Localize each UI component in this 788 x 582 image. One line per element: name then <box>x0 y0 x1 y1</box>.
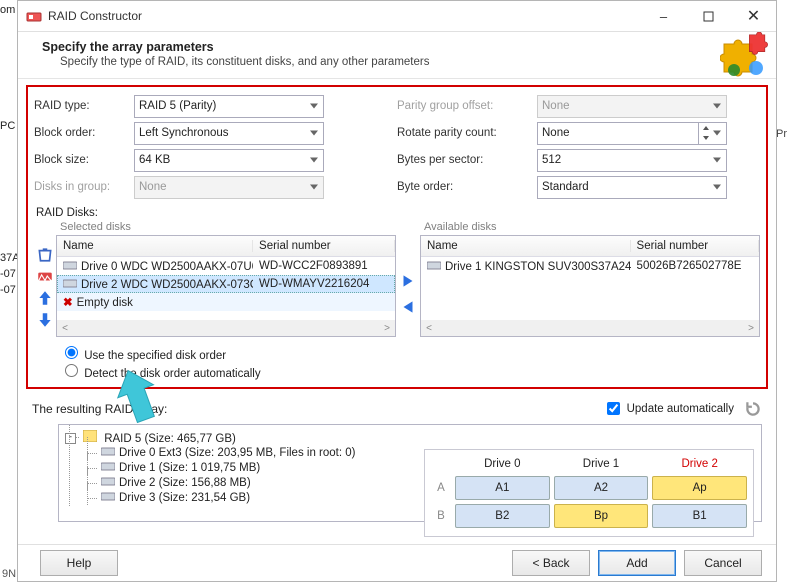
spin-up-icon[interactable] <box>698 123 712 134</box>
parity-matrix: Drive 0 Drive 1 Drive 2 A A1 A2 Ap B B2 … <box>424 449 754 537</box>
move-up-icon[interactable] <box>36 289 54 307</box>
raid-icon <box>83 430 97 445</box>
matrix-cell: B1 <box>652 504 747 528</box>
matrix-col-0: Drive 0 <box>453 454 552 474</box>
matrix-cell: A1 <box>455 476 550 500</box>
add-button[interactable]: Add <box>598 550 676 576</box>
move-down-icon[interactable] <box>36 311 54 329</box>
disk-icon <box>63 278 77 291</box>
close-button[interactable]: ✕ <box>731 1 776 31</box>
collapse-icon[interactable]: - <box>65 433 76 444</box>
matrix-cell: Bp <box>554 504 649 528</box>
radio-auto-order[interactable]: Detect the disk order automatically <box>60 361 760 379</box>
order-radios: Use the specified disk order Detect the … <box>34 343 760 379</box>
page-title: Specify the array parameters <box>42 40 762 54</box>
block-size-select[interactable]: 64 KB <box>134 149 324 172</box>
disk-icon <box>63 260 77 273</box>
parity-offset-select: None <box>537 95 727 118</box>
broken-disk-icon: ✖ <box>63 297 73 309</box>
selected-toolbar <box>34 221 56 337</box>
header-band: Specify the array parameters Specify the… <box>18 32 776 79</box>
right-crop-strip: Pr <box>776 0 788 582</box>
table-row[interactable]: Drive 0 WDC WD2500AAKX-07U6AA0 WD-WCC2F0… <box>57 257 395 275</box>
tree-node[interactable]: Drive 3 (Size: 231,54 GB) <box>119 492 250 504</box>
crop-text: Pr <box>776 128 787 140</box>
matrix-row-a: A <box>429 474 453 502</box>
maximize-button[interactable] <box>686 1 731 31</box>
disk-icon <box>101 491 115 504</box>
crop-text: -07 <box>0 284 16 296</box>
update-auto-checkbox[interactable]: Update automatically <box>603 399 734 418</box>
button-bar: Help < Back Add Cancel <box>18 544 776 581</box>
tree-node[interactable]: Drive 2 (Size: 156,88 MB) <box>119 477 251 489</box>
back-button[interactable]: < Back <box>512 550 590 576</box>
col-name[interactable]: Name <box>57 240 253 252</box>
scrollbar[interactable]: <> <box>57 320 395 336</box>
disks-in-group-select: None <box>134 176 324 199</box>
available-disks-list[interactable]: Name Serial number Drive 1 KINGSTON SUV3… <box>420 235 760 337</box>
byte-order-select[interactable]: Standard <box>537 176 727 199</box>
spin-down-icon[interactable] <box>698 133 712 144</box>
disk-icon <box>101 476 115 489</box>
disks-in-group-label: Disks in group: <box>34 181 134 193</box>
matrix-cell: A2 <box>554 476 649 500</box>
left-crop-strip: om PC 37A -07 -07 9N <box>0 0 18 582</box>
table-row[interactable]: ✖Empty disk <box>57 293 395 311</box>
tree-node[interactable]: Drive 1 (Size: 1 019,75 MB) <box>119 462 260 474</box>
refresh-icon[interactable] <box>744 400 762 418</box>
params-panel: RAID type: RAID 5 (Parity) Block order: … <box>26 85 768 389</box>
crop-text: -07 <box>0 268 16 280</box>
titlebar: RAID Constructor – ✕ <box>18 1 776 32</box>
disk-icon <box>101 446 115 459</box>
parity-offset-label: Parity group offset: <box>397 100 537 112</box>
col-name[interactable]: Name <box>421 240 631 252</box>
add-disk-arrow-icon[interactable] <box>399 272 417 290</box>
puzzle-icon <box>720 32 768 80</box>
crop-text: 9N <box>0 566 18 582</box>
rotate-parity-label: Rotate parity count: <box>397 127 537 139</box>
table-row[interactable]: Drive 1 KINGSTON SUV300S37A240G 50026B72… <box>421 257 759 275</box>
result-label: The resulting RAID array: <box>32 402 167 416</box>
bytes-sector-select[interactable]: 512 <box>537 149 727 172</box>
rotate-parity-select[interactable]: None <box>537 122 727 145</box>
raid-disks-label: RAID Disks: <box>36 207 760 219</box>
table-row[interactable]: Drive 2 WDC WD2500AAKX-073CA1 WD-WMAYV22… <box>57 275 395 293</box>
scrollbar[interactable]: <> <box>421 320 759 336</box>
disk-icon <box>427 260 441 273</box>
matrix-col-1: Drive 1 <box>552 454 651 474</box>
app-icon <box>26 8 42 24</box>
block-order-select[interactable]: Left Synchronous <box>134 122 324 145</box>
broken-disk-icon[interactable] <box>36 267 54 285</box>
selected-disks-list[interactable]: Name Serial number Drive 0 WDC WD2500AAK… <box>56 235 396 337</box>
available-disks-label: Available disks <box>424 221 760 233</box>
raid-type-label: RAID type: <box>34 100 134 112</box>
minimize-button[interactable]: – <box>641 1 686 31</box>
page-subtitle: Specify the type of RAID, its constituen… <box>42 56 762 68</box>
byte-order-label: Byte order: <box>397 181 537 193</box>
raid-type-select[interactable]: RAID 5 (Parity) <box>134 95 324 118</box>
raid-constructor-window: RAID Constructor – ✕ Specify the array p… <box>17 0 777 582</box>
matrix-col-2: Drive 2 <box>650 454 749 474</box>
bytes-sector-label: Bytes per sector: <box>397 154 537 166</box>
selected-disks-label: Selected disks <box>60 221 396 233</box>
crop-text: PC <box>0 120 15 132</box>
radio-specified-order[interactable]: Use the specified disk order <box>60 343 760 361</box>
matrix-cell: B2 <box>455 504 550 528</box>
delete-icon[interactable] <box>36 245 54 263</box>
block-order-label: Block order: <box>34 127 134 139</box>
crop-text: om <box>0 4 15 16</box>
matrix-row-b: B <box>429 502 453 530</box>
cancel-button[interactable]: Cancel <box>684 550 762 576</box>
matrix-cell: Ap <box>652 476 747 500</box>
tree-node[interactable]: Drive 0 Ext3 (Size: 203,95 MB, Files in … <box>119 447 355 459</box>
tree-root[interactable]: RAID 5 (Size: 465,77 GB) <box>104 433 236 445</box>
block-size-label: Block size: <box>34 154 134 166</box>
col-serial[interactable]: Serial number <box>631 240 759 252</box>
col-serial[interactable]: Serial number <box>253 240 395 252</box>
window-title: RAID Constructor <box>48 9 641 23</box>
disk-icon <box>101 461 115 474</box>
help-button[interactable]: Help <box>40 550 118 576</box>
remove-disk-arrow-icon[interactable] <box>399 298 417 316</box>
